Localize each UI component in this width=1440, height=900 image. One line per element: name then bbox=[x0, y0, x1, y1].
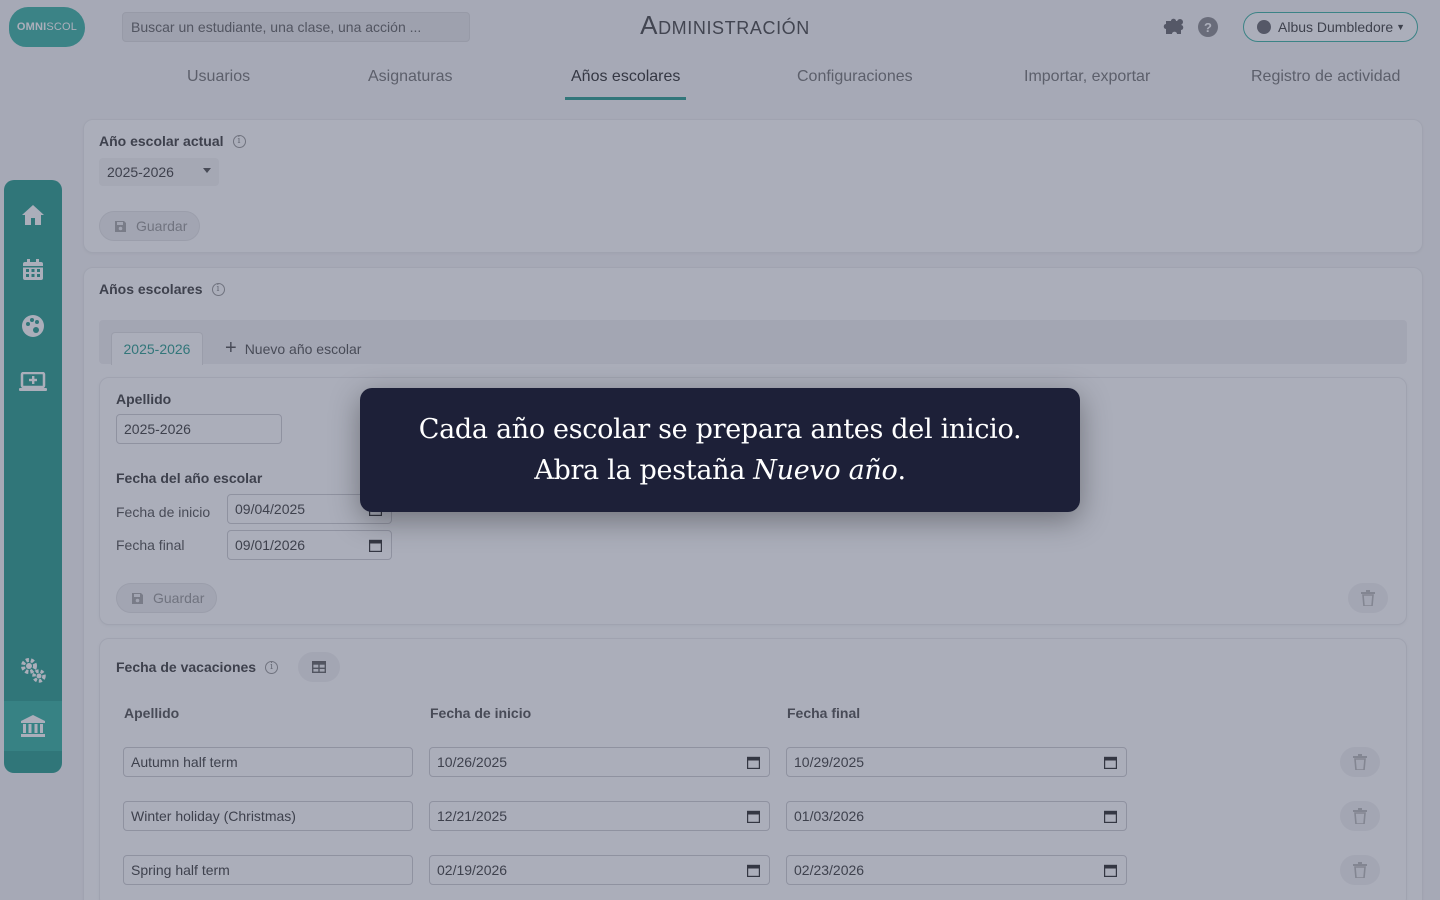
tour-tooltip: Cada año escolar se prepara antes del in… bbox=[360, 388, 1080, 512]
tooltip-text: Cada año escolar se prepara antes del in… bbox=[418, 414, 1022, 486]
